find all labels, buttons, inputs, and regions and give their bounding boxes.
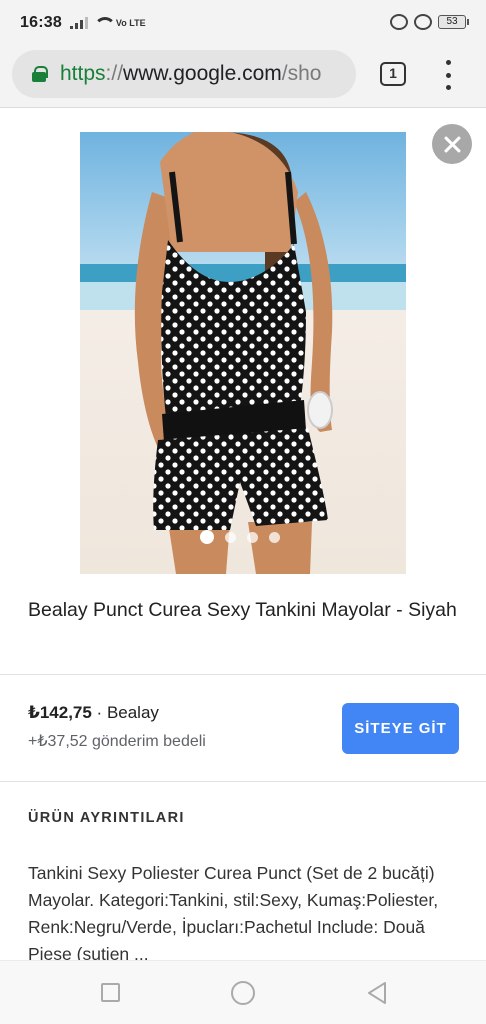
shipping-cost: +₺37,52 gönderim bedeli [28,733,206,750]
visit-site-button[interactable]: SİTEYE GİT [342,703,459,754]
volte-label: Vo LTE [115,17,146,28]
details-heading: ÜRÜN AYRINTILARI [28,810,185,826]
url-path: /sho [281,62,322,85]
price-line: ₺142,75 · Bealay [28,703,159,723]
vibrate-icon [390,14,408,30]
close-icon[interactable] [432,124,472,164]
status-left-icons: Vo LTE [69,17,146,29]
product-image[interactable] [80,132,406,574]
carousel-dot[interactable] [225,531,236,543]
alarm-icon [414,14,432,30]
status-bar: 16:38 Vo LTE 53 [0,0,486,46]
product-title: Bealay Punct Curea Sexy Tankini Mayolar … [28,599,457,621]
url-text[interactable]: https://www.google.com/sho [60,62,322,86]
browser-toolbar: https://www.google.com/sho 1 [0,46,486,108]
url-separator: :// [105,62,124,85]
address-bar[interactable]: https://www.google.com/sho [12,50,356,98]
status-time: 16:38 [20,14,62,31]
wifi-icon [93,17,116,29]
signal-icon [69,17,88,29]
image-carousel-dots [200,530,280,544]
price: ₺142,75 [28,703,92,722]
seller-name: Bealay [106,703,159,722]
recent-apps-icon[interactable] [101,983,120,1002]
system-nav-bar [0,960,486,1024]
carousel-dot[interactable] [200,530,214,544]
status-right-icons: 53 [390,14,469,30]
url-scheme: https [60,62,106,85]
seller-separator: · [91,703,107,722]
home-icon[interactable] [231,981,255,1005]
lock-icon[interactable] [32,66,48,82]
battery-icon: 53 [438,15,469,29]
details-body: Tankini Sexy Poliester Curea Punct (Set … [28,863,439,960]
url-host: www.google.com [123,62,282,85]
more-vert-icon[interactable] [440,60,456,90]
carousel-dot[interactable] [269,531,280,543]
divider [0,781,486,782]
carousel-dot[interactable] [247,531,258,543]
product-photo [80,132,406,574]
back-icon[interactable] [366,981,388,1005]
tab-switcher-button[interactable]: 1 [380,62,406,86]
divider [0,674,486,675]
